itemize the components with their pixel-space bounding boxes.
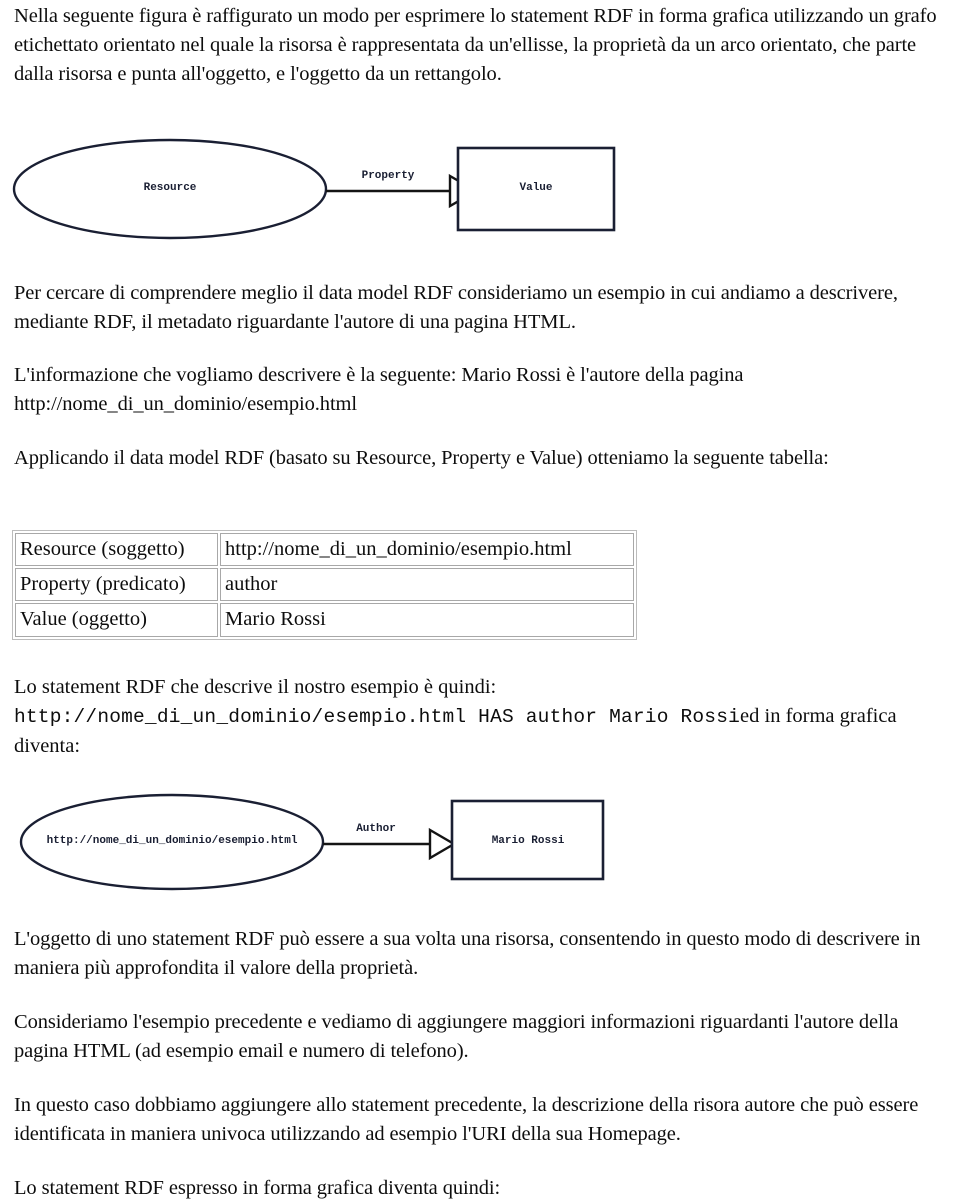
rdf-graph-diagram-example: http://nome_di_un_dominio/esempio.html A… xyxy=(14,789,634,897)
rdf-graph-diagram-generic: Resource Property Value xyxy=(6,132,646,244)
paragraph-comprendere: Per cercare di comprendere meglio il dat… xyxy=(14,282,898,333)
table-cell-value: Mario Rossi xyxy=(220,603,634,637)
table-cell-label: Property (predicato) xyxy=(15,568,218,602)
table-row: Value (oggetto) Mario Rossi xyxy=(15,603,634,637)
table-row: Resource (soggetto) http://nome_di_un_do… xyxy=(15,533,634,567)
value-rectangle-label: Value xyxy=(519,182,553,194)
document-page: Nella seguente figura è raffigurato un m… xyxy=(0,0,960,1201)
rdf-triple-table: Resource (soggetto) http://nome_di_un_do… xyxy=(12,530,637,640)
statement-block: Lo statement RDF che descrive il nostro … xyxy=(14,673,952,761)
paragraph-informazione: L'informazione che vogliamo descrivere è… xyxy=(14,364,744,415)
property-arrow-label: Property xyxy=(361,170,415,182)
paragraph-intro: Nella seguente figura è raffigurato un m… xyxy=(14,5,937,85)
statement-mono-text: http://nome_di_un_dominio/esempio.html H… xyxy=(14,706,741,728)
paragraph-consideriamo: Consideriamo l'esempio precedente e vedi… xyxy=(14,1011,899,1062)
table-cell-value: author xyxy=(220,568,634,602)
table-cell-value: http://nome_di_un_dominio/esempio.html xyxy=(220,533,634,567)
paragraph-oggetto: L'oggetto di uno statement RDF può esser… xyxy=(14,928,921,979)
paragraph-applicando: Applicando il data model RDF (basato su … xyxy=(14,447,829,469)
table-cell-label: Resource (soggetto) xyxy=(15,533,218,567)
paragraph-espresso: Lo statement RDF espresso in forma grafi… xyxy=(14,1177,501,1199)
table-row: Property (predicato) author xyxy=(15,568,634,602)
property-arrow-label: Author xyxy=(356,823,396,835)
statement-intro-text: Lo statement RDF che descrive il nostro … xyxy=(14,676,497,698)
resource-ellipse-label: Resource xyxy=(143,182,197,194)
paragraph-inquesto: In questo caso dobbiamo aggiungere allo … xyxy=(14,1094,919,1145)
resource-ellipse-label: http://nome_di_un_dominio/esempio.html xyxy=(46,835,298,847)
value-rectangle-label: Mario Rossi xyxy=(491,835,565,847)
table-cell-label: Value (oggetto) xyxy=(15,603,218,637)
